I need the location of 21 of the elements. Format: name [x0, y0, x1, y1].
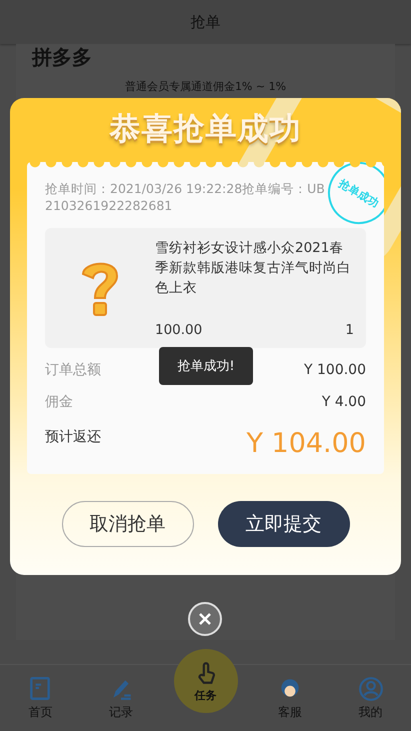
nav-item[interactable]: 记录 — [80, 665, 162, 731]
nav-item[interactable]: 首页 — [0, 665, 81, 731]
nav-item[interactable]: 客服 — [250, 665, 330, 731]
summary-label: 佣金 — [45, 393, 73, 411]
submit-button[interactable]: 立即提交 — [218, 501, 350, 547]
summary-label: 订单总额 — [45, 361, 101, 379]
summary-label: 预计返还 — [45, 428, 101, 446]
platform-name: 拼多多 — [32, 44, 93, 71]
nav-item[interactable]: 任务 — [174, 649, 238, 713]
summary-value: Y 104.00 — [246, 428, 366, 459]
cancel-button[interactable]: 取消抢单 — [62, 501, 194, 547]
summary-value: Y 4.00 — [322, 394, 366, 410]
profile-icon — [358, 676, 384, 702]
nav-item[interactable]: 我的 — [330, 665, 411, 731]
close-icon — [198, 612, 212, 626]
commission-text: 普通会员专属通道佣金1% ~ 1% — [124, 79, 288, 94]
product-price: 100.00 — [155, 322, 202, 338]
toast-message: 抢单成功! — [159, 347, 253, 385]
product-name: 雪纺衬衫女设计感小众2021春季新款韩版港味复古洋气时尚白色上衣 — [155, 239, 352, 298]
summary-value: Y 100.00 — [304, 362, 366, 378]
product-quantity: 1 — [345, 322, 354, 338]
